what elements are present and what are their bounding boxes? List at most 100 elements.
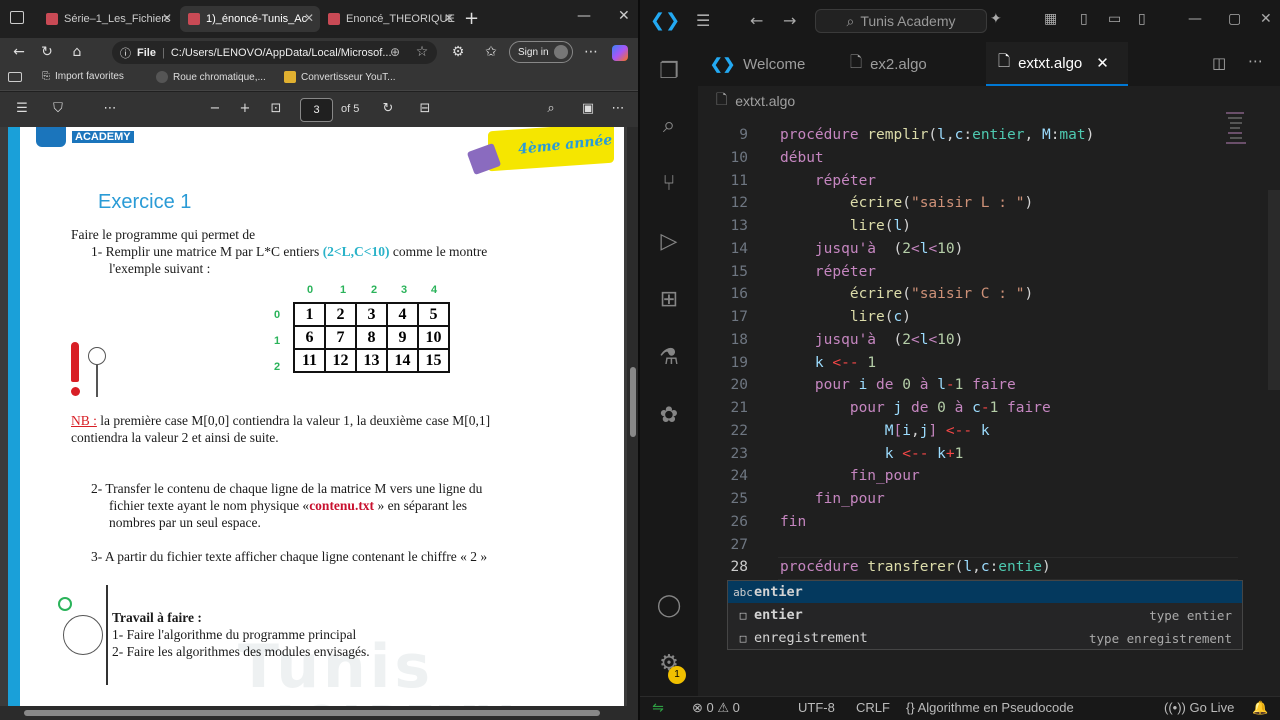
pdf-icon	[188, 13, 200, 25]
favorite-roue[interactable]: Roue chromatique,...	[156, 71, 266, 83]
search-icon[interactable]: ⌕	[541, 101, 561, 116]
zoom-out-icon[interactable]: −	[205, 101, 225, 116]
command-center-search[interactable]: ⌕ Tunis Academy	[815, 9, 987, 33]
home-icon[interactable]: ⌂	[66, 42, 88, 62]
layout-icon[interactable]: ▦	[1044, 11, 1057, 27]
scroll-thumb[interactable]	[24, 710, 600, 716]
language-mode[interactable]: {} Algorithme en Pseudocode	[906, 700, 1074, 715]
code-line: procédure transferer(l,c:entie)	[780, 559, 1051, 575]
code-token: (	[884, 309, 894, 325]
go-live-button[interactable]: ((•)) Go Live	[1164, 700, 1234, 715]
minimap[interactable]	[1224, 108, 1250, 158]
browser-tab-theorique[interactable]: Enoncé_THEORIQUE ✕	[320, 6, 460, 32]
matrix-row: 6 7 8 9 10	[293, 325, 450, 350]
close-window-icon[interactable]: ✕	[618, 8, 630, 24]
back-icon[interactable]: ←	[750, 11, 763, 30]
refresh-icon[interactable]: ↻	[36, 42, 58, 62]
toggle-panel-icon[interactable]: ▭	[1108, 11, 1121, 27]
extensions-icon[interactable]: ⚙	[447, 42, 469, 62]
split-editor-icon[interactable]: ◫	[1212, 54, 1226, 72]
more-icon[interactable]: ⋯	[100, 101, 120, 116]
save-icon[interactable]: ▣	[578, 101, 598, 116]
horizontal-scrollbar[interactable]	[0, 706, 640, 720]
tab-welcome[interactable]: ❮❯ Welcome	[698, 42, 838, 86]
sidebar-icon[interactable]	[8, 72, 22, 82]
code-token: remplir	[867, 127, 929, 143]
rotate-icon[interactable]: ↻	[378, 101, 398, 116]
close-icon[interactable]: ✕	[1260, 11, 1272, 27]
tab-actions-icon[interactable]	[10, 11, 24, 24]
account-icon[interactable]: ◯	[653, 590, 685, 622]
zoom-icon[interactable]: ⊕	[384, 42, 406, 62]
status-bar: ⇋ ⊗ 0 ⚠ 0 UTF-8 CRLF {} Algorithme en Ps…	[640, 696, 1280, 720]
tab-ex2[interactable]: 🗋 ex2.algo	[838, 42, 980, 86]
minimize-icon[interactable]: —	[1188, 11, 1202, 27]
chatgpt-icon[interactable]: ✿	[653, 400, 685, 432]
remote-icon[interactable]: ⇋	[640, 697, 676, 720]
page-view-icon[interactable]: ⊟	[415, 101, 435, 116]
browser-tab-serie[interactable]: Série–1_Les_Fichiers ✕	[38, 6, 178, 32]
favorite-star-icon[interactable]: ☆	[411, 42, 433, 62]
encoding-indicator[interactable]: UTF-8	[798, 700, 835, 715]
page-number-input[interactable]: 3	[300, 98, 333, 122]
line-number: 11	[730, 172, 748, 189]
problems-indicator[interactable]: ⊗ 0 ⚠ 0	[692, 700, 740, 716]
minimize-icon[interactable]: —	[577, 8, 591, 24]
testing-icon[interactable]: ⚗	[653, 342, 685, 374]
more-options-icon[interactable]: ⋯	[608, 101, 628, 116]
source-control-icon[interactable]: ⑂	[653, 168, 685, 200]
menu-icon[interactable]: ☰	[696, 11, 710, 30]
run-debug-icon[interactable]: ▷	[653, 226, 685, 258]
toggle-sidebar-icon[interactable]: ▯	[1080, 11, 1088, 27]
browser-tab-enonce[interactable]: 1)_énoncé-Tunis_Ac ✕	[180, 6, 320, 32]
copilot-icon[interactable]: ✦	[990, 11, 1002, 27]
close-icon[interactable]: ✕	[444, 11, 454, 25]
code-token: (	[928, 127, 938, 143]
notifications-icon[interactable]: 🔔	[1252, 700, 1268, 716]
code-editor[interactable]: 9 procédure remplir(l,c:entier, M:mat) 10 d…	[698, 125, 1280, 575]
code-token: )	[1041, 559, 1051, 576]
suggestion-item[interactable]: abc entier	[728, 581, 1242, 603]
code-token: <	[910, 331, 920, 348]
toggle-secondary-sidebar-icon[interactable]: ▯	[1138, 11, 1146, 27]
more-actions-icon[interactable]: ⋯	[1248, 52, 1263, 70]
code-token: 0	[902, 377, 911, 394]
filter-icon[interactable]: ⛉	[48, 101, 68, 116]
back-icon[interactable]: ←	[8, 42, 30, 62]
zoom-in-icon[interactable]: +	[235, 101, 255, 116]
favorite-import[interactable]: ⎘ Import favorites	[42, 71, 124, 82]
forward-icon[interactable]: →	[783, 11, 796, 30]
code-token: répéter	[814, 263, 877, 280]
favorite-convertisseur[interactable]: Convertisseur YouT...	[284, 71, 396, 83]
item-3: 3- A partir du fichier texte afficher ch…	[91, 549, 488, 564]
line-number: 22	[730, 422, 748, 439]
close-icon[interactable]: ✕	[1096, 54, 1109, 72]
extensions-icon[interactable]: ⊞	[653, 284, 685, 316]
close-icon[interactable]: ✕	[162, 11, 172, 25]
code-token: fin_pour	[814, 491, 885, 507]
eol-indicator[interactable]: CRLF	[856, 700, 890, 715]
new-tab-icon[interactable]: +	[464, 8, 479, 29]
favorites-icon[interactable]: ✩	[480, 42, 502, 62]
contents-icon[interactable]: ☰	[12, 101, 32, 116]
code-line: jusqu'à (2<l<10)	[780, 241, 963, 257]
tab-extxt[interactable]: 🗋 extxt.algo ✕	[986, 42, 1128, 86]
maximize-icon[interactable]: ▢	[1228, 11, 1241, 27]
search-icon[interactable]: ⌕	[653, 110, 685, 142]
close-icon[interactable]: ✕	[304, 11, 314, 25]
suggestion-item[interactable]: □ enregistrement type enregistrement	[728, 627, 1242, 649]
copilot-icon[interactable]	[612, 45, 628, 61]
sign-in-button[interactable]: Sign in	[509, 41, 573, 63]
code-token: lire	[849, 309, 885, 325]
editor-scrollbar[interactable]	[1268, 190, 1280, 390]
more-icon[interactable]: ⋯	[580, 42, 602, 62]
breadcrumb[interactable]: 🗋 extxt.algo	[716, 89, 795, 113]
code-token: fin_pour	[849, 468, 920, 485]
code-token: l	[937, 377, 946, 394]
explorer-icon[interactable]: ❐	[653, 56, 685, 88]
fit-page-icon[interactable]: ⊡	[266, 101, 286, 116]
pdf-icon	[328, 13, 340, 25]
code-token: faire	[963, 377, 1016, 394]
suggestion-item[interactable]: □ entier type entier	[728, 604, 1242, 626]
scroll-thumb[interactable]	[630, 367, 636, 437]
